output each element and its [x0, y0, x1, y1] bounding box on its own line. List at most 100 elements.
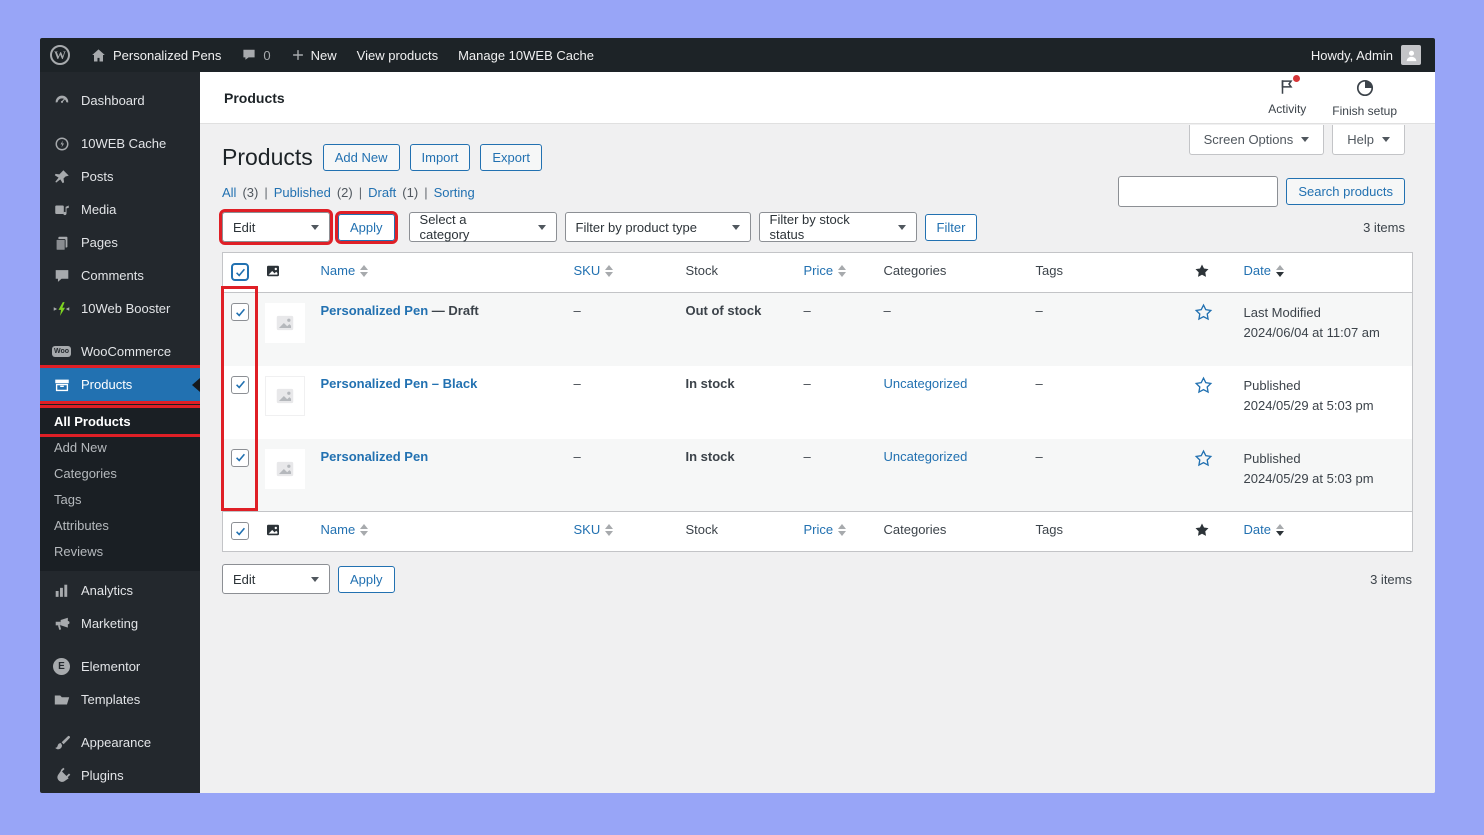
- view-sorting-link[interactable]: Sorting: [434, 185, 475, 200]
- sort-sku-header[interactable]: SKU: [574, 522, 670, 537]
- sidebar-item-10web-cache[interactable]: 10WEB Cache: [40, 127, 200, 160]
- apply-button-bottom[interactable]: Apply: [338, 565, 395, 593]
- table-row[interactable]: Personalized Pen – In stock – Uncategori…: [222, 438, 1413, 512]
- woocommerce-header-bar: Products Activity Finish setup: [200, 72, 1435, 124]
- sort-date-header[interactable]: Date: [1244, 263, 1405, 278]
- sidebar-item-marketing[interactable]: Marketing: [40, 607, 200, 640]
- submenu-categories[interactable]: Categories: [40, 460, 200, 486]
- chevron-down-icon: [311, 576, 319, 582]
- wordpress-menu-button[interactable]: W: [40, 38, 80, 72]
- woocommerce-icon: Woo: [51, 346, 72, 357]
- row-checkbox[interactable]: [231, 303, 249, 321]
- sidebar-item-media[interactable]: Media: [40, 193, 200, 226]
- sort-name-header[interactable]: Name: [321, 263, 558, 278]
- help-tab[interactable]: Help: [1332, 125, 1405, 155]
- add-new-button[interactable]: Add New: [322, 144, 400, 171]
- finish-setup-button[interactable]: Finish setup: [1332, 78, 1397, 118]
- comments-admin-bar-button[interactable]: 0: [231, 38, 280, 72]
- activity-flag-icon: [1278, 74, 1301, 99]
- sidebar-item-dashboard[interactable]: Dashboard: [40, 84, 200, 117]
- row-checkbox[interactable]: [231, 375, 249, 394]
- table-row[interactable]: Personalized Pen — Draft – Out of stock …: [222, 292, 1413, 366]
- stock-header: Stock: [685, 263, 719, 278]
- sidebar-item-elementor[interactable]: E Elementor: [40, 650, 200, 683]
- sidebar-item-plugins[interactable]: Plugins: [40, 759, 200, 792]
- tags-header: Tags: [1035, 522, 1063, 537]
- chevron-down-icon: [311, 224, 319, 230]
- view-published-link[interactable]: Published: [274, 185, 331, 200]
- bulk-action-select-bottom[interactable]: Edit: [222, 564, 330, 594]
- sidebar-item-templates[interactable]: Templates: [40, 683, 200, 716]
- apply-button[interactable]: Apply: [335, 210, 398, 244]
- featured-star-icon[interactable]: [1194, 376, 1213, 395]
- featured-star-icon[interactable]: [1194, 449, 1213, 468]
- screen-options-tab[interactable]: Screen Options: [1188, 125, 1325, 155]
- submenu-add-new[interactable]: Add New: [40, 434, 200, 460]
- post-state: — Draft: [431, 303, 479, 318]
- product-thumbnail[interactable]: [264, 303, 305, 343]
- category-filter-select[interactable]: Select a category: [408, 212, 557, 242]
- price-cell: –: [803, 448, 811, 464]
- view-all-link[interactable]: All: [222, 185, 236, 200]
- sku-cell: –: [573, 303, 581, 318]
- booster-lightning-icon: [52, 300, 71, 318]
- avatar[interactable]: [1401, 45, 1421, 65]
- product-type-filter-select[interactable]: Filter by product type: [564, 212, 751, 242]
- admin-bar: W Personalized Pens 0 New View products …: [40, 38, 1435, 72]
- price-cell: –: [803, 303, 811, 318]
- home-icon: [90, 47, 107, 64]
- activity-button[interactable]: Activity: [1268, 74, 1306, 118]
- select-all-checkbox-bottom[interactable]: [231, 522, 249, 540]
- featured-star-icon[interactable]: [1194, 303, 1213, 322]
- chevron-down-icon: [731, 224, 740, 230]
- filter-button[interactable]: Filter: [924, 213, 978, 241]
- current-menu-arrow: [192, 377, 200, 392]
- category-link[interactable]: Uncategorized: [884, 449, 968, 464]
- view-draft-link[interactable]: Draft: [368, 185, 396, 200]
- sidebar-item-10web-booster[interactable]: 10Web Booster: [40, 292, 200, 325]
- sidebar-item-analytics[interactable]: Analytics: [40, 574, 200, 607]
- bulk-action-select[interactable]: Edit: [219, 209, 333, 245]
- howdy-account-link[interactable]: Howdy, Admin: [1311, 48, 1393, 63]
- product-name-link[interactable]: Personalized Pen – Black: [321, 376, 478, 391]
- product-name-link[interactable]: Personalized Pen: [321, 449, 429, 464]
- sidebar-item-pages[interactable]: Pages: [40, 226, 200, 259]
- product-thumbnail[interactable]: [264, 375, 305, 416]
- sort-price-header[interactable]: Price: [804, 522, 868, 537]
- view-products-link[interactable]: View products: [347, 38, 448, 72]
- submenu-attributes[interactable]: Attributes: [40, 512, 200, 538]
- row-checkbox[interactable]: [231, 448, 249, 467]
- sort-sku-header[interactable]: SKU: [574, 263, 670, 278]
- category-link[interactable]: Uncategorized: [884, 376, 968, 391]
- scrollbar-thumb[interactable]: [1425, 80, 1432, 108]
- sidebar-item-woocommerce[interactable]: Woo WooCommerce: [40, 335, 200, 368]
- search-products-input[interactable]: [1118, 176, 1279, 207]
- manage-cache-link[interactable]: Manage 10WEB Cache: [448, 38, 604, 72]
- sidebar-item-comments[interactable]: Comments: [40, 259, 200, 292]
- product-thumbnail[interactable]: [264, 448, 305, 489]
- image-column-icon: [265, 524, 281, 541]
- submenu-reviews[interactable]: Reviews: [40, 538, 200, 564]
- submenu-tags[interactable]: Tags: [40, 486, 200, 512]
- product-name-link[interactable]: Personalized Pen: [321, 303, 429, 318]
- sidebar-item-cutoff[interactable]: [40, 792, 200, 793]
- sort-name-header[interactable]: Name: [321, 522, 558, 537]
- sku-cell: –: [573, 375, 581, 391]
- new-content-button[interactable]: New: [281, 38, 347, 72]
- select-all-checkbox[interactable]: [231, 263, 249, 281]
- plug-icon: [52, 767, 71, 785]
- search-products-button[interactable]: Search products: [1286, 178, 1405, 205]
- sidebar-item-posts[interactable]: Posts: [40, 160, 200, 193]
- sidebar-item-appearance[interactable]: Appearance: [40, 726, 200, 759]
- stock-status-filter-select[interactable]: Filter by stock status: [758, 212, 917, 242]
- stock-cell: Out of stock: [685, 303, 762, 318]
- submenu-all-products[interactable]: All Products: [40, 405, 200, 437]
- export-button[interactable]: Export: [480, 144, 542, 171]
- sidebar-item-products[interactable]: Products: [40, 365, 200, 404]
- table-row[interactable]: Personalized Pen – Black – In stock – Un…: [223, 366, 1413, 439]
- import-button[interactable]: Import: [409, 144, 471, 171]
- site-name-link[interactable]: Personalized Pens: [80, 38, 231, 72]
- sort-price-header[interactable]: Price: [804, 263, 868, 278]
- sort-date-header[interactable]: Date: [1244, 522, 1405, 537]
- categories-header: Categories: [883, 263, 947, 278]
